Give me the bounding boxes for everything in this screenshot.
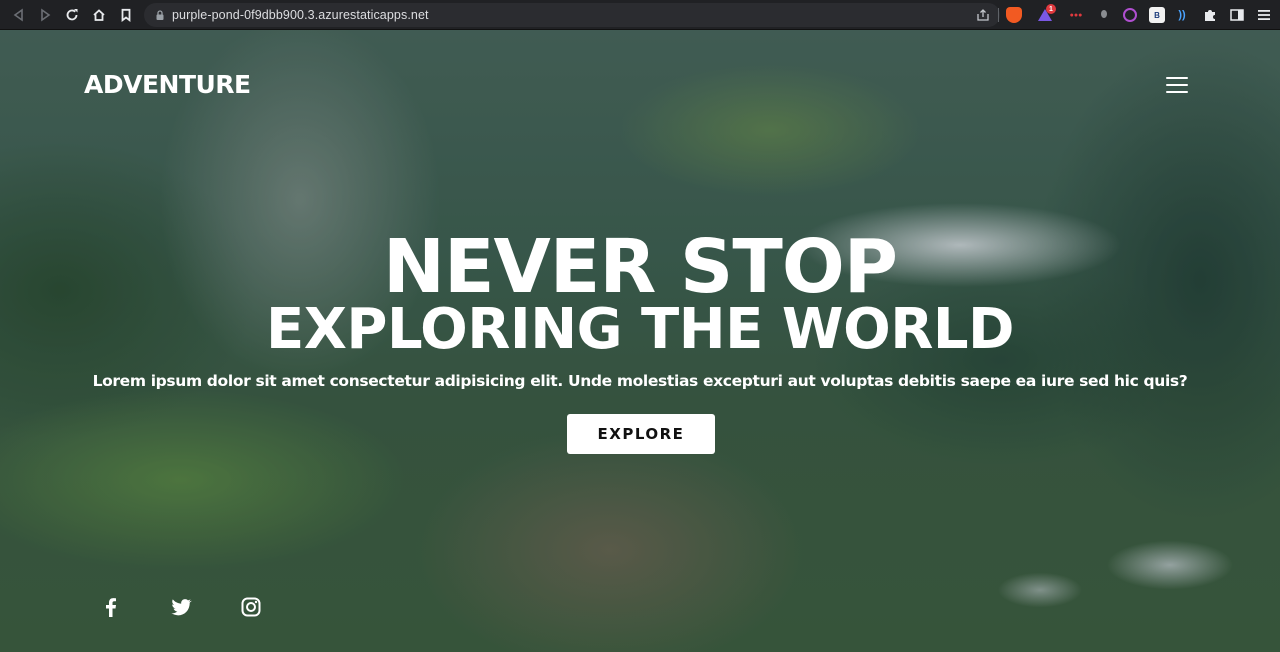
twitter-icon[interactable]: [170, 596, 192, 618]
browser-toolbar: purple-pond-0f9dbb900.3.azurestaticapps.…: [0, 0, 1280, 30]
share-icon[interactable]: [976, 8, 990, 22]
reload-icon[interactable]: [59, 2, 85, 28]
lock-icon: [156, 10, 164, 20]
extension-spiral-icon[interactable]: [1122, 7, 1138, 23]
sidebar-toggle-icon[interactable]: [1229, 7, 1245, 23]
instagram-icon[interactable]: [240, 596, 262, 618]
address-bar[interactable]: purple-pond-0f9dbb900.3.azurestaticapps.…: [144, 3, 1000, 27]
hamburger-menu-icon[interactable]: [1166, 77, 1188, 93]
forward-icon[interactable]: [32, 2, 58, 28]
extension-wave-icon[interactable]: )): [1174, 7, 1190, 23]
hero-description: Lorem ipsum dolor sit amet consectetur a…: [92, 372, 1188, 390]
extension-red-icon[interactable]: ●●●: [1068, 7, 1084, 23]
hero-section: ADVENTURE NEVER STOP EXPLORING THE WORLD…: [0, 30, 1280, 652]
rewards-badge: 1: [1046, 4, 1056, 14]
bookmark-icon[interactable]: [113, 2, 139, 28]
back-icon[interactable]: [6, 2, 32, 28]
explore-button[interactable]: EXPLORE: [567, 414, 715, 454]
browser-menu-icon[interactable]: [1256, 7, 1272, 23]
brave-shield-icon[interactable]: [1006, 7, 1022, 23]
facebook-icon[interactable]: [100, 596, 122, 618]
brand-logo[interactable]: ADVENTURE: [84, 70, 251, 99]
brave-rewards-icon[interactable]: 1: [1037, 4, 1056, 23]
extension-b-icon[interactable]: B: [1149, 7, 1165, 23]
extension-mic-icon[interactable]: [1096, 7, 1112, 23]
home-icon[interactable]: [86, 2, 112, 28]
hero-subheading: EXPLORING THE WORLD: [265, 297, 1015, 362]
extensions-puzzle-icon[interactable]: [1202, 7, 1218, 23]
toolbar-separator: [998, 8, 999, 22]
url-text: purple-pond-0f9dbb900.3.azurestaticapps.…: [172, 8, 429, 22]
